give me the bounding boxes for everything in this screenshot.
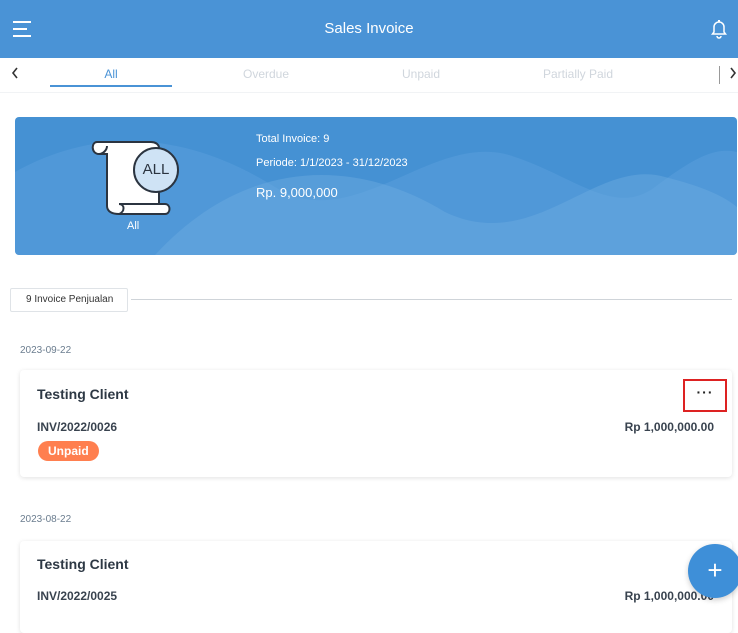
tab-divider bbox=[719, 66, 720, 84]
status-tabs: All Overdue Unpaid Partially Paid bbox=[0, 58, 738, 93]
bell-icon[interactable] bbox=[710, 19, 728, 39]
total-amount-text: Rp. 9,000,000 bbox=[256, 185, 338, 200]
invoice-count-label: 9 Invoice Penjualan bbox=[10, 288, 129, 312]
tab-partially-paid[interactable]: Partially Paid bbox=[515, 67, 641, 81]
more-options-button[interactable]: ··· bbox=[683, 379, 727, 412]
active-tab-indicator bbox=[50, 85, 172, 87]
period-text: Periode: 1/1/2023 - 31/12/2023 bbox=[256, 157, 408, 169]
total-invoice-text: Total Invoice: 9 bbox=[256, 133, 330, 145]
invoice-amount: Rp 1,000,000.00 bbox=[624, 420, 714, 434]
section-divider bbox=[131, 299, 732, 300]
client-name: Testing Client bbox=[37, 556, 129, 572]
invoice-date-header: 2023-08-22 bbox=[20, 514, 72, 525]
invoice-card[interactable]: Testing Client INV/2022/0025 Rp 1,000,00… bbox=[20, 541, 732, 633]
status-badge: Unpaid bbox=[38, 441, 99, 461]
scroll-all-icon-label: ALL bbox=[142, 161, 170, 178]
chevron-left-icon[interactable] bbox=[10, 66, 20, 85]
chevron-right-icon[interactable] bbox=[728, 66, 738, 85]
tab-overdue[interactable]: Overdue bbox=[205, 67, 327, 81]
invoice-summary-card: ALL All Total Invoice: 9 Periode: 1/1/20… bbox=[15, 117, 737, 255]
tab-all[interactable]: All bbox=[50, 67, 172, 81]
add-invoice-button[interactable]: + bbox=[688, 544, 738, 598]
app-header: Sales Invoice bbox=[0, 0, 738, 58]
invoice-number: INV/2022/0026 bbox=[37, 420, 118, 434]
scroll-all-icon: ALL bbox=[89, 134, 181, 216]
summary-icon-caption: All bbox=[127, 220, 140, 232]
tab-unpaid[interactable]: Unpaid bbox=[360, 67, 482, 81]
invoice-number: INV/2022/0025 bbox=[37, 589, 118, 603]
invoice-date-header: 2023-09-22 bbox=[20, 345, 72, 356]
page-title: Sales Invoice bbox=[324, 20, 414, 37]
invoice-card[interactable]: Testing Client ··· INV/2022/0026 Rp 1,00… bbox=[20, 370, 732, 477]
client-name: Testing Client bbox=[37, 386, 129, 402]
